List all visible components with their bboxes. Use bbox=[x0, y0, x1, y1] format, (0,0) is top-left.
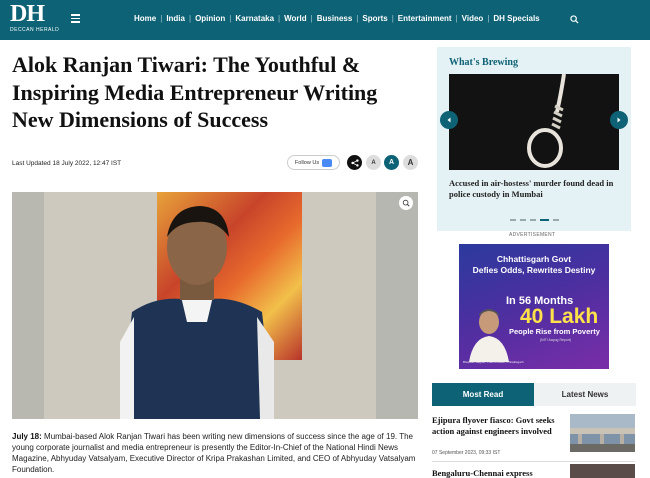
whats-brewing-widget: What's Brewing Accused in air-hostess' m… bbox=[437, 47, 631, 231]
main-nav: Home | India | Opinion | Karnataka | World | … bbox=[130, 14, 544, 23]
nav-item-entertainment[interactable]: Entertainment bbox=[394, 14, 456, 23]
carousel-dot[interactable] bbox=[520, 219, 526, 221]
ad-person-image bbox=[469, 309, 509, 362]
article-body: July 18: Mumbai-based Alok Ranjan Tiwari… bbox=[12, 431, 418, 475]
noose-image bbox=[527, 74, 566, 168]
advertisement-label: ADVERTISEMENT bbox=[509, 232, 556, 238]
carousel-dots bbox=[510, 219, 559, 221]
carousel-dot[interactable] bbox=[530, 219, 536, 221]
portrait-figure bbox=[120, 206, 274, 419]
news-divider bbox=[432, 461, 635, 462]
nav-item-india[interactable]: India bbox=[162, 14, 189, 23]
carousel-dot[interactable] bbox=[510, 219, 516, 221]
nav-item-world[interactable]: World bbox=[280, 14, 311, 23]
body-dateline: July 18: bbox=[12, 432, 42, 441]
article-photo bbox=[12, 192, 418, 419]
font-size-large-button[interactable]: A bbox=[403, 155, 418, 170]
google-news-icon bbox=[322, 158, 333, 167]
share-button[interactable] bbox=[347, 155, 362, 170]
nav-item-dh-specials[interactable]: DH Specials bbox=[489, 14, 543, 23]
tab-latest-news[interactable]: Latest News bbox=[534, 383, 636, 406]
logo-text: DH bbox=[10, 1, 45, 27]
chevron-left-icon bbox=[447, 117, 451, 123]
tab-most-read[interactable]: Most Read bbox=[432, 383, 534, 406]
carousel-next-button[interactable] bbox=[610, 111, 628, 129]
brewing-caption[interactable]: Accused in air-hostess' murder found dea… bbox=[449, 178, 624, 200]
news-item-thumbnail[interactable] bbox=[570, 414, 635, 452]
carousel-dot[interactable] bbox=[553, 219, 559, 221]
news-item-title[interactable]: Bengaluru-Chennai express bbox=[432, 468, 533, 478]
nav-item-sports[interactable]: Sports bbox=[358, 14, 391, 23]
carousel-dot-active[interactable] bbox=[540, 219, 549, 221]
nav-item-business[interactable]: Business bbox=[313, 14, 357, 23]
article-headline: Alok Ranjan Tiwari: The Youthful & Inspi… bbox=[12, 52, 378, 132]
news-item-thumbnail[interactable] bbox=[570, 464, 635, 478]
nav-item-opinion[interactable]: Opinion bbox=[191, 14, 229, 23]
zoom-button[interactable] bbox=[399, 196, 413, 210]
body-text: Mumbai-based Alok Ranjan Tiwari has been… bbox=[12, 432, 416, 474]
ad-headline: Chhattisgarh Govt bbox=[496, 254, 572, 264]
expand-icon bbox=[402, 199, 410, 207]
advertisement-banner[interactable]: Chhattisgarh Govt Defies Odds, Rewrites … bbox=[459, 244, 609, 369]
nav-item-karnataka[interactable]: Karnataka bbox=[231, 14, 278, 23]
share-icon bbox=[350, 158, 359, 167]
nav-item-home[interactable]: Home bbox=[130, 14, 160, 23]
ad-subheadline: Defies Odds, Rewrites Destiny bbox=[472, 265, 596, 275]
site-logo[interactable]: DH DECCAN HERALD bbox=[10, 2, 59, 33]
ad-source: (NITI Aayog Report) bbox=[540, 338, 572, 342]
last-updated: Last Updated 18 July 2022, 12:47 IST bbox=[12, 160, 122, 167]
flyover-image bbox=[570, 414, 635, 452]
whats-brewing-title: What's Brewing bbox=[449, 57, 518, 68]
chevron-right-icon bbox=[617, 117, 621, 123]
site-header: DH DECCAN HERALD Home | India | Opinion | K… bbox=[0, 0, 650, 40]
brewing-image[interactable] bbox=[449, 74, 619, 170]
carousel-prev-button[interactable] bbox=[440, 111, 458, 129]
news-item-title[interactable]: Ejipura flyover fiasco: Govt seeks actio… bbox=[432, 415, 562, 437]
logo-subtitle: DECCAN HERALD bbox=[10, 27, 60, 33]
nav-item-video[interactable]: Video bbox=[458, 14, 488, 23]
ad-subtext: People Rise from Poverty bbox=[509, 327, 600, 336]
news-item-date: 07 September 2023, 09:33 IST bbox=[432, 450, 501, 456]
ad-person-caption: Bhupesh Baghel, Chief Minister, Chhattis… bbox=[463, 360, 524, 364]
hamburger-icon[interactable] bbox=[71, 14, 80, 23]
follow-us-button[interactable]: Follow Us bbox=[287, 155, 340, 170]
search-icon[interactable] bbox=[570, 15, 579, 24]
font-size-medium-button[interactable]: A bbox=[384, 155, 399, 170]
font-size-small-button[interactable]: A bbox=[366, 155, 381, 170]
ad-big-number: 40 Lakh bbox=[520, 305, 599, 328]
follow-label: Follow Us bbox=[294, 159, 320, 166]
